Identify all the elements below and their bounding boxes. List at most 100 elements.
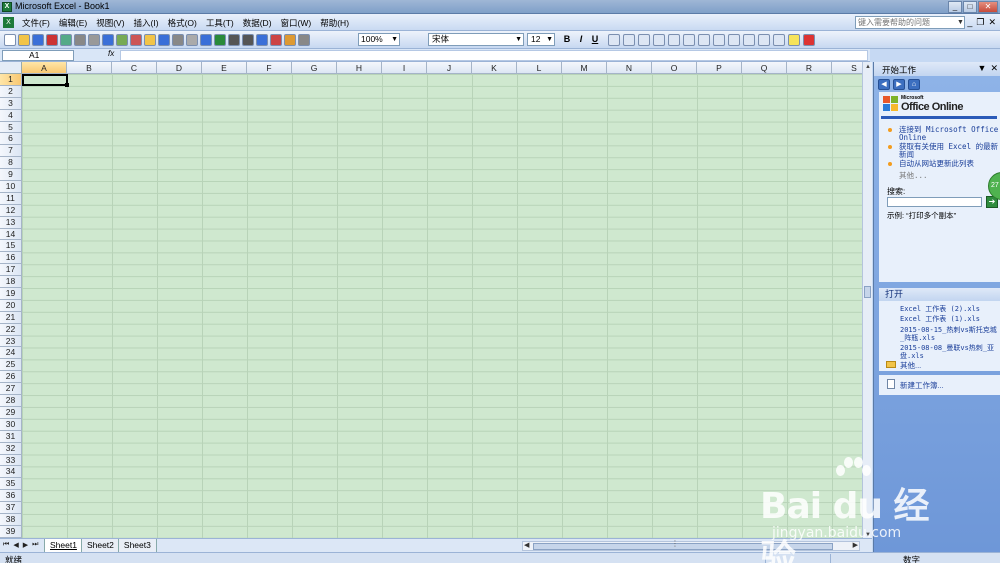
- help-icon[interactable]: [298, 34, 310, 46]
- column-header[interactable]: F: [247, 62, 292, 74]
- open-other-link[interactable]: 其他...: [900, 360, 921, 371]
- row-header[interactable]: 6: [0, 133, 22, 146]
- search-input[interactable]: [887, 197, 982, 207]
- row-header[interactable]: 27: [0, 383, 22, 396]
- recent-file-3[interactable]: 2015-08-15_热刺vs斯托克城_阵瓶.xls: [900, 326, 998, 342]
- recent-file-4[interactable]: 2015-08-08_曼联vs热刺_亚盘.xls: [900, 344, 998, 360]
- row-header[interactable]: 10: [0, 181, 22, 193]
- help-search-input[interactable]: [855, 16, 965, 29]
- recent-file-2[interactable]: Excel 工作表 (1).xls: [900, 315, 998, 323]
- row-header[interactable]: 2: [0, 85, 22, 98]
- research-icon[interactable]: [116, 34, 128, 46]
- row-header[interactable]: 5: [0, 121, 22, 134]
- autosum-icon[interactable]: [228, 34, 240, 46]
- comma-icon[interactable]: [698, 34, 710, 46]
- workbook-close-button[interactable]: ✕: [988, 17, 996, 28]
- underline-button[interactable]: U: [590, 34, 600, 44]
- cell-area[interactable]: [22, 74, 862, 538]
- last-sheet-icon[interactable]: ⏭: [32, 541, 38, 549]
- row-header[interactable]: 30: [0, 418, 22, 431]
- row-header[interactable]: 1: [0, 74, 22, 86]
- row-header[interactable]: 8: [0, 157, 22, 170]
- row-header[interactable]: 28: [0, 395, 22, 407]
- column-header[interactable]: Q: [742, 62, 787, 74]
- formula-input[interactable]: [120, 50, 868, 61]
- decrease-indent-icon[interactable]: [743, 34, 755, 46]
- row-header[interactable]: 13: [0, 216, 22, 229]
- back-icon[interactable]: ◀: [878, 79, 890, 90]
- undo-icon[interactable]: [186, 34, 198, 46]
- row-header[interactable]: 25: [0, 359, 22, 372]
- row-header[interactable]: 15: [0, 240, 22, 253]
- row-header[interactable]: 20: [0, 299, 22, 312]
- select-all-corner[interactable]: [0, 62, 22, 74]
- scroll-up-icon[interactable]: ▲: [864, 64, 872, 70]
- row-header[interactable]: 32: [0, 442, 22, 455]
- first-sheet-icon[interactable]: ⏮: [3, 541, 9, 549]
- email-icon[interactable]: [60, 34, 72, 46]
- row-header[interactable]: 21: [0, 311, 22, 324]
- menu-item[interactable]: 帮助(H): [320, 17, 349, 29]
- open-icon[interactable]: [18, 34, 30, 46]
- row-header[interactable]: 31: [0, 430, 22, 443]
- row-header[interactable]: 7: [0, 145, 22, 158]
- column-header[interactable]: B: [67, 62, 112, 74]
- menu-item[interactable]: 文件(F): [22, 17, 50, 29]
- column-header[interactable]: M: [562, 62, 607, 74]
- menu-item[interactable]: 插入(I): [134, 17, 159, 29]
- column-header[interactable]: A: [22, 62, 67, 74]
- drawing-icon[interactable]: [284, 34, 296, 46]
- task-pane-close-icon[interactable]: ✕: [990, 63, 998, 74]
- link-auto-update[interactable]: 自动从网站更新此列表: [899, 160, 999, 168]
- sort-asc-icon[interactable]: [242, 34, 254, 46]
- align-left-icon[interactable]: [608, 34, 620, 46]
- decrease-decimal-icon[interactable]: [728, 34, 740, 46]
- minimize-button[interactable]: _: [948, 1, 962, 13]
- worksheet-grid[interactable]: ABCDEFGHIJKLMNOPQRS 1 2 3 4 5 6 7 8 9 10 11 12 13 14 1…: [0, 62, 862, 538]
- scroll-left-icon[interactable]: ◀: [524, 542, 529, 550]
- row-header[interactable]: 3: [0, 97, 22, 110]
- link-connect-office-online[interactable]: 连接到 Microsoft Office Online: [899, 126, 999, 142]
- prev-sheet-icon[interactable]: ◀: [13, 541, 18, 549]
- fill-handle[interactable]: [65, 83, 69, 87]
- increase-decimal-icon[interactable]: [713, 34, 725, 46]
- row-header[interactable]: 17: [0, 264, 22, 277]
- save-icon[interactable]: [32, 34, 44, 46]
- sort-desc-icon[interactable]: [256, 34, 268, 46]
- column-header[interactable]: S: [832, 62, 862, 74]
- workbook-icon[interactable]: X: [3, 17, 14, 28]
- menu-item[interactable]: 工具(T): [206, 17, 234, 29]
- spelling-icon[interactable]: [102, 34, 114, 46]
- forward-icon[interactable]: ▶: [893, 79, 905, 90]
- row-header[interactable]: 26: [0, 371, 22, 384]
- font-size-select[interactable]: 12 ▼: [527, 33, 555, 46]
- print-icon[interactable]: [74, 34, 86, 46]
- maximize-button[interactable]: □: [963, 1, 977, 13]
- row-header[interactable]: 35: [0, 478, 22, 491]
- name-box[interactable]: A1: [2, 50, 74, 61]
- menu-item[interactable]: 窗口(W): [281, 17, 312, 29]
- workbook-restore-button[interactable]: ❐: [976, 17, 984, 28]
- increase-indent-icon[interactable]: [758, 34, 770, 46]
- menu-item[interactable]: 视图(V): [96, 17, 124, 29]
- column-header[interactable]: G: [292, 62, 337, 74]
- italic-button[interactable]: I: [576, 34, 586, 44]
- permission-icon[interactable]: [46, 34, 58, 46]
- sheet-tab[interactable]: Sheet2: [80, 539, 120, 553]
- copy-icon[interactable]: [144, 34, 156, 46]
- align-center-icon[interactable]: [623, 34, 635, 46]
- redo-icon[interactable]: [200, 34, 212, 46]
- link-excel-news[interactable]: 获取有关使用 Excel 的最新新闻: [899, 143, 999, 159]
- hyperlink-icon[interactable]: [214, 34, 226, 46]
- column-header[interactable]: K: [472, 62, 517, 74]
- vertical-scroll-thumb[interactable]: [864, 286, 871, 298]
- row-header[interactable]: 4: [0, 109, 22, 122]
- sheet-tab[interactable]: Sheet1: [44, 539, 83, 553]
- borders-icon[interactable]: [773, 34, 785, 46]
- column-header[interactable]: H: [337, 62, 382, 74]
- next-sheet-icon[interactable]: ▶: [23, 541, 28, 549]
- column-header[interactable]: D: [157, 62, 202, 74]
- help-dropdown-icon[interactable]: ▼: [957, 19, 964, 26]
- column-header[interactable]: O: [652, 62, 697, 74]
- row-header[interactable]: 33: [0, 454, 22, 467]
